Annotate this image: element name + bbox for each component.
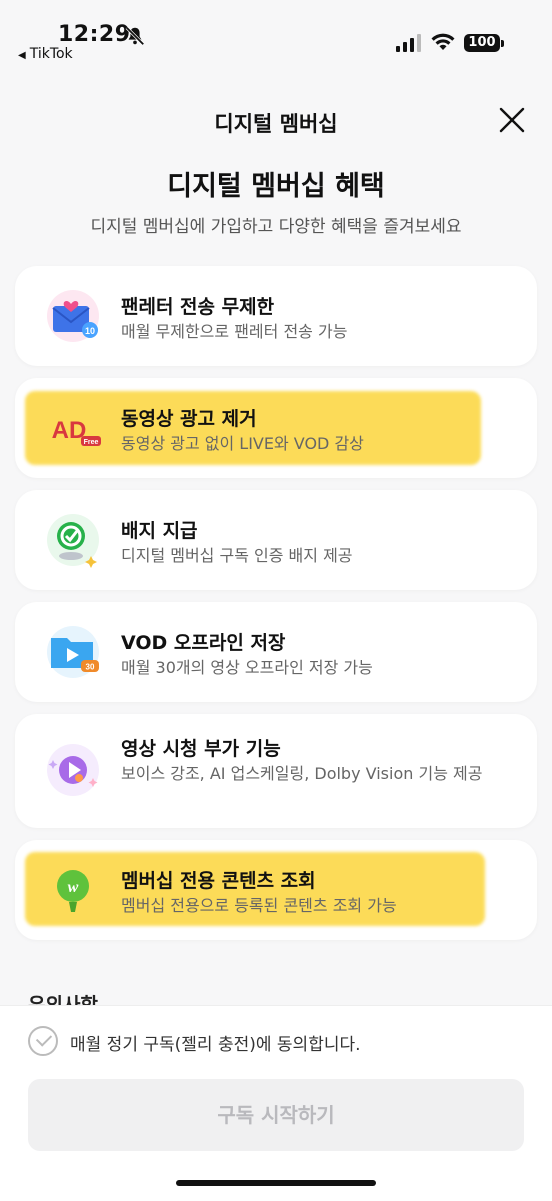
agree-label: 매월 정기 구독(젤리 충전)에 동의합니다. bbox=[70, 1035, 361, 1055]
ad-free-icon: AD Free bbox=[52, 417, 101, 446]
benefit-desc: 매월 30개의 영상 오프라인 저장 가능 bbox=[121, 658, 373, 677]
benefit-title: 영상 시청 부가 기능 bbox=[121, 738, 281, 760]
bell-off-icon bbox=[125, 26, 145, 46]
benefits-subheading: 디지털 멤버십에 가입하고 다양한 혜택을 즐겨보세요 bbox=[90, 217, 462, 237]
start-subscription-button[interactable]: 구독 시작하기 bbox=[28, 1079, 524, 1151]
status-time: 12:29 bbox=[58, 22, 131, 47]
benefit-desc: 멤버십 전용으로 등록된 콘텐츠 조회 가능 bbox=[121, 896, 397, 915]
benefit-card-exclusive-content: w 멤버십 전용 콘텐츠 조회 멤버십 전용으로 등록된 콘텐츠 조회 가능 bbox=[15, 840, 537, 940]
agree-checkbox[interactable] bbox=[28, 1026, 58, 1056]
svg-text:30: 30 bbox=[86, 663, 95, 672]
svg-text:Free: Free bbox=[84, 439, 99, 446]
benefits-heading: 디지털 멤버십 혜택 bbox=[167, 171, 385, 202]
wifi-icon bbox=[431, 33, 455, 50]
video-feature-icon bbox=[47, 744, 99, 796]
benefit-desc: 보이스 강조, AI 업스케일링, Dolby Vision 기능 제공 bbox=[121, 764, 483, 783]
benefit-title: 팬레터 전송 무제한 bbox=[121, 296, 275, 318]
subscribe-panel: 매월 정기 구독(젤리 충전)에 동의합니다. 구독 시작하기 bbox=[0, 1005, 552, 1201]
letter-icon: 10 bbox=[47, 290, 99, 342]
page-title: 디지털 멤버십 bbox=[214, 112, 338, 136]
benefit-title: 배지 지급 bbox=[121, 520, 198, 542]
svg-text:10: 10 bbox=[85, 326, 95, 336]
battery-icon: 100 bbox=[464, 34, 500, 52]
benefit-card-vod-offline: 30 VOD 오프라인 저장 매월 30개의 영상 오프라인 저장 가능 bbox=[15, 602, 537, 702]
status-bar: 12:29 ◀ TikTok 100 bbox=[0, 0, 552, 70]
battery-cap bbox=[501, 40, 504, 47]
benefit-card-fan-letter: 10 팬레터 전송 무제한 매월 무제한으로 팬레터 전송 가능 bbox=[15, 266, 537, 366]
benefit-title: 동영상 광고 제거 bbox=[121, 408, 257, 430]
benefit-card-video-features: 영상 시청 부가 기능 보이스 강조, AI 업스케일링, Dolby Visi… bbox=[15, 714, 537, 828]
benefit-desc: 디지털 멤버십 구독 인증 배지 제공 bbox=[121, 546, 353, 565]
signal-icon bbox=[396, 34, 421, 52]
page-header: 디지털 멤버십 bbox=[0, 98, 552, 142]
close-icon[interactable] bbox=[498, 106, 526, 134]
benefit-title: VOD 오프라인 저장 bbox=[121, 632, 286, 654]
benefit-desc: 매월 무제한으로 팬레터 전송 가능 bbox=[121, 322, 348, 341]
home-indicator bbox=[176, 1180, 376, 1186]
exclusive-content-icon: w bbox=[57, 870, 89, 912]
badge-icon bbox=[47, 514, 99, 568]
benefit-desc: 동영상 광고 없이 LIVE와 VOD 감상 bbox=[121, 434, 364, 453]
benefit-title: 멤버십 전용 콘텐츠 조회 bbox=[121, 870, 316, 892]
back-to-app-link[interactable]: ◀ TikTok bbox=[18, 46, 73, 62]
svg-text:w: w bbox=[68, 879, 79, 896]
benefit-card-badge: 배지 지급 디지털 멤버십 구독 인증 배지 제공 bbox=[15, 490, 537, 590]
back-triangle-icon: ◀ bbox=[18, 50, 26, 61]
benefit-card-ad-free: AD Free 동영상 광고 제거 동영상 광고 없이 LIVE와 VOD 감상 bbox=[15, 378, 537, 478]
offline-folder-icon: 30 bbox=[47, 626, 99, 678]
check-icon bbox=[35, 1030, 53, 1047]
back-app-label: TikTok bbox=[29, 46, 73, 62]
